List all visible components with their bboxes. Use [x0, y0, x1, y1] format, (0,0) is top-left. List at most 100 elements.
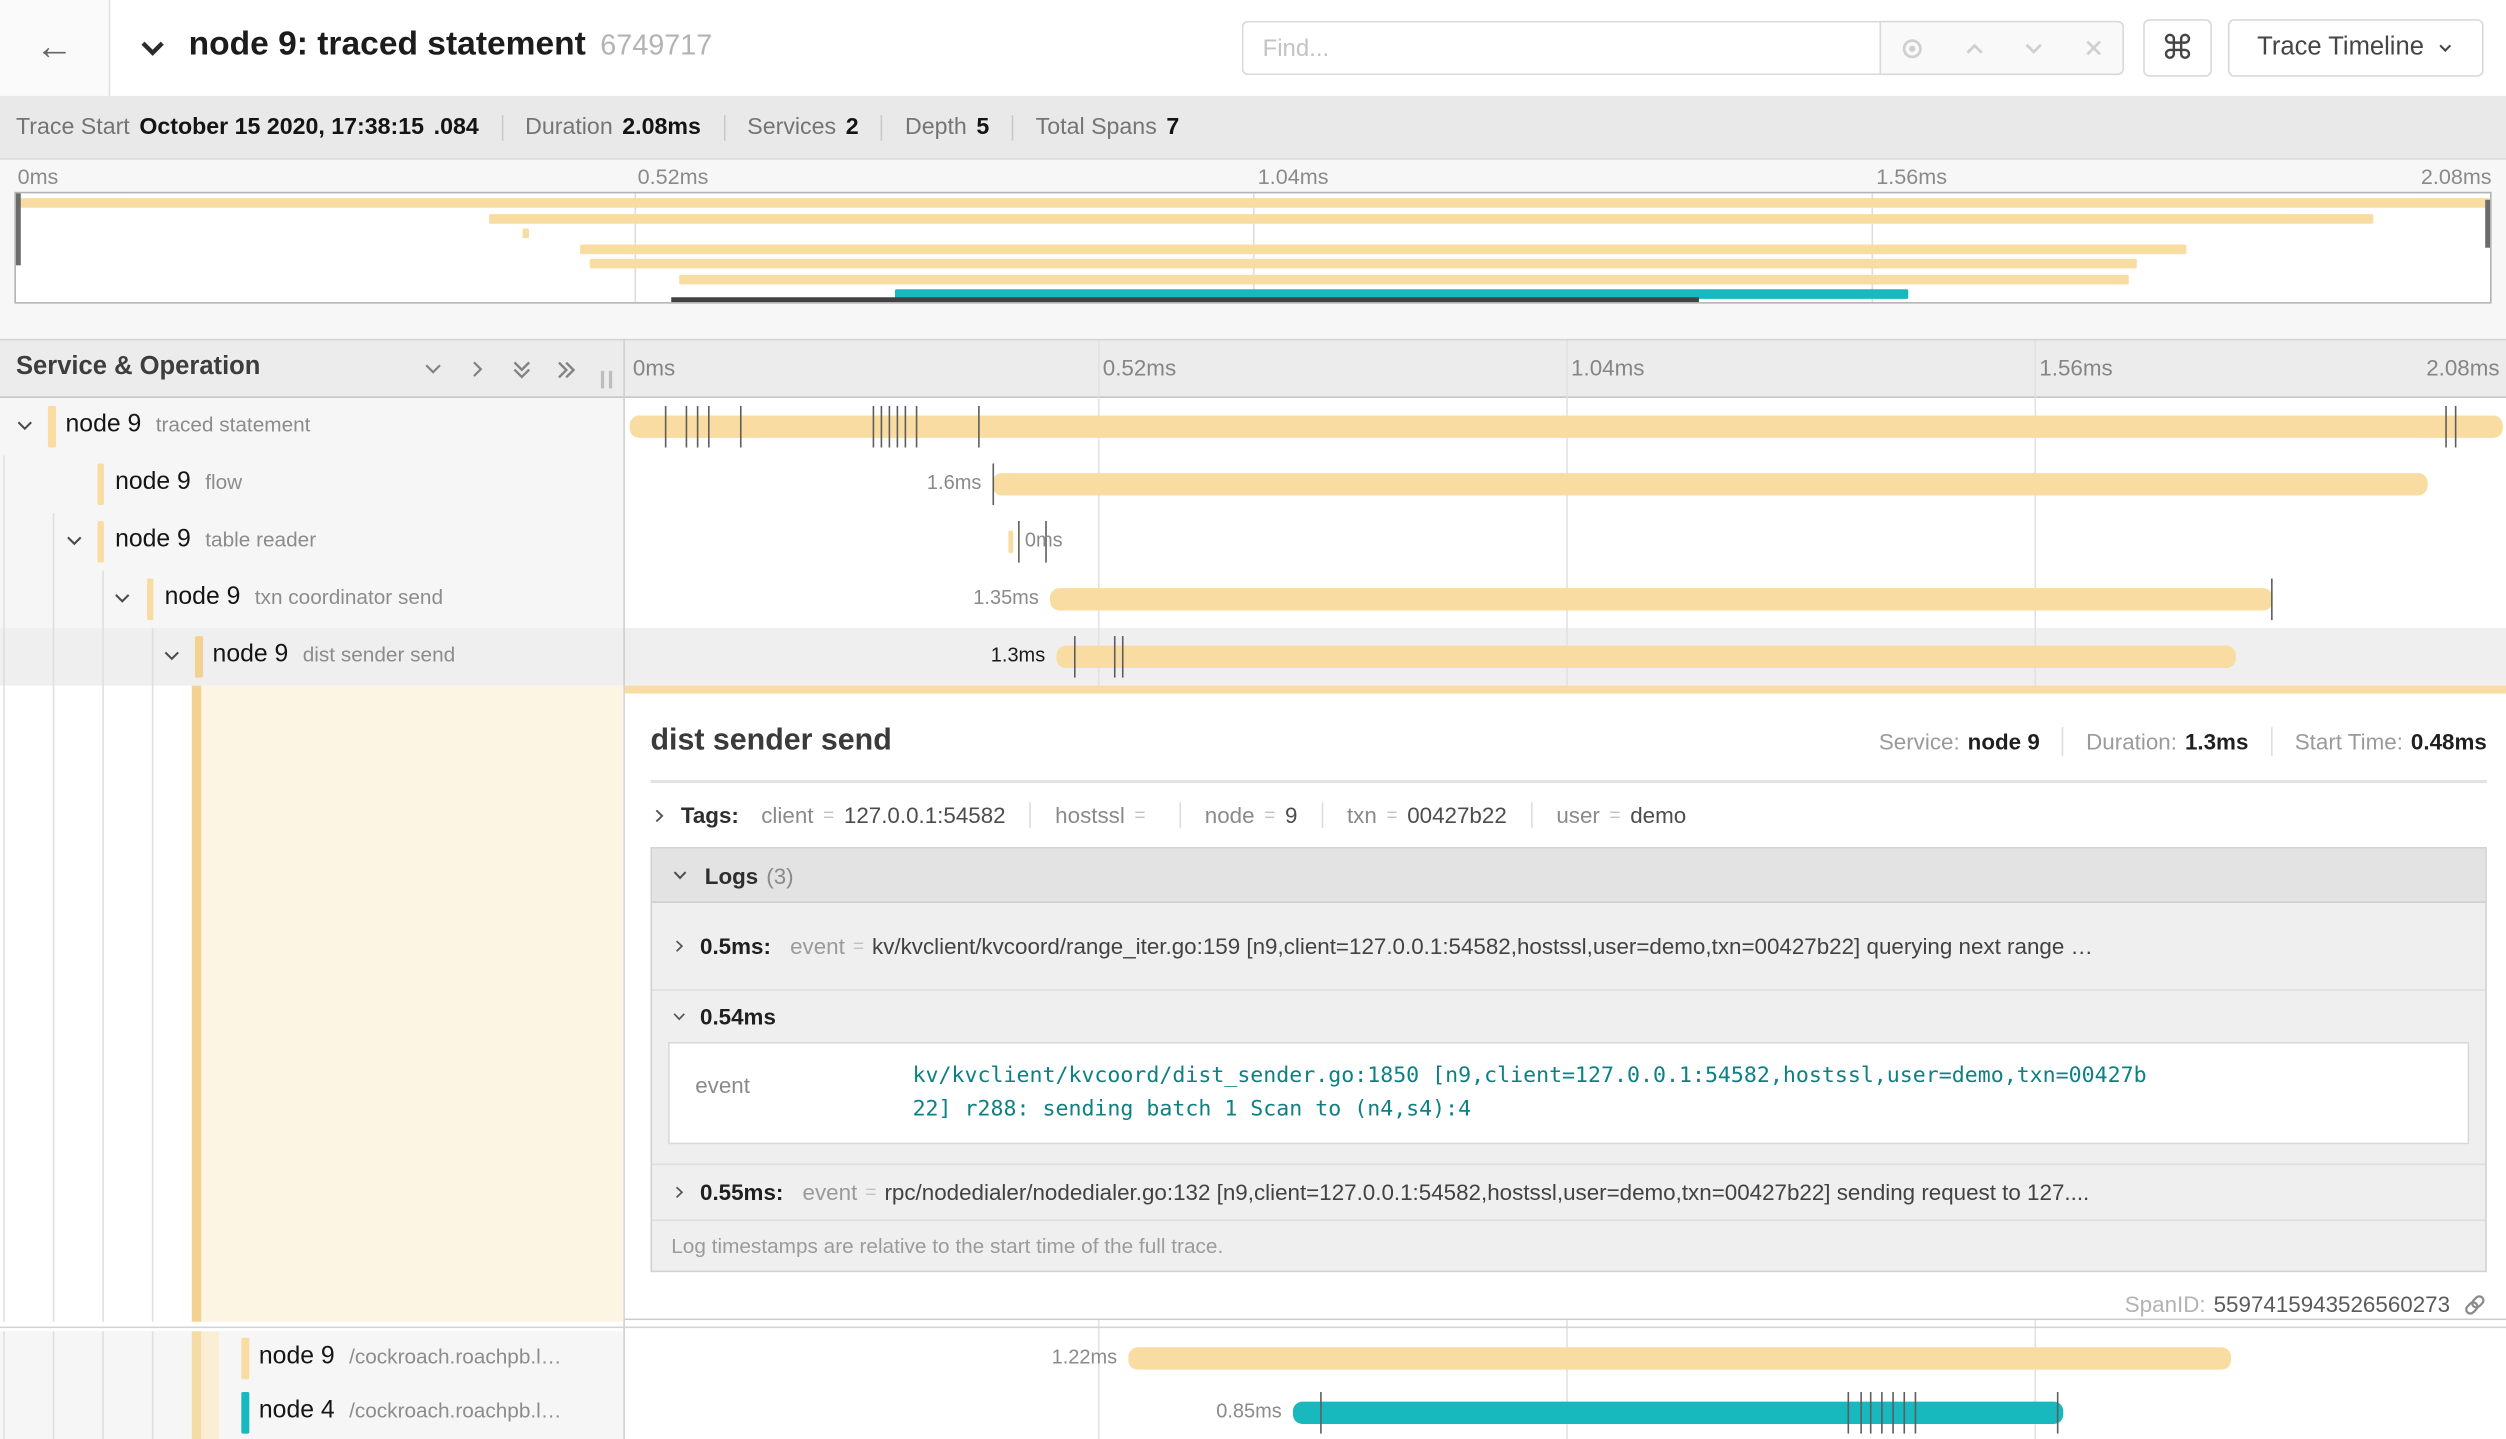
- minimap-span-dist-sender-send: [590, 259, 2136, 269]
- span-row-table-reader[interactable]: node 9table reader 0ms: [0, 513, 2506, 571]
- service-color-bar: [195, 636, 202, 678]
- span-bar[interactable]: [1050, 588, 2273, 610]
- trace-depth: Depth5: [905, 114, 989, 140]
- minimap-scrubber[interactable]: [672, 297, 1699, 302]
- indent-guide: [53, 513, 55, 686]
- tag-client: client=127.0.0.1:54582: [761, 802, 1031, 828]
- span-row-txn-coordinator-send[interactable]: node 9txn coordinator send 1.35ms: [0, 571, 2506, 629]
- span-bar[interactable]: [630, 416, 2503, 438]
- row-collapse-chevron-icon[interactable]: [161, 646, 182, 667]
- ruler-tick-156: 1.56ms: [2039, 355, 2112, 381]
- span-label: node 9txn coordinator send: [165, 583, 443, 612]
- collapse-title-chevron-icon[interactable]: [137, 34, 167, 64]
- minimap-tick-104: 1.04ms: [1258, 165, 1329, 189]
- column-resize-grip[interactable]: [601, 371, 612, 389]
- span-bar-cell[interactable]: 1.3ms: [630, 628, 2503, 686]
- span-label: node 9table reader: [115, 526, 316, 555]
- divider: [501, 114, 503, 140]
- span-bar-cell[interactable]: [630, 398, 2503, 456]
- chevron-right-icon: [671, 938, 687, 954]
- span-duration-label: 0ms: [1025, 529, 1063, 551]
- deep-link-icon[interactable]: [2463, 1292, 2487, 1316]
- service-color-bar: [241, 1391, 248, 1433]
- service-color-bar: [97, 521, 104, 563]
- span-bar[interactable]: [993, 473, 2428, 495]
- find-input[interactable]: [1242, 21, 1880, 75]
- ruler-tick-052: 0.52ms: [1103, 355, 1176, 381]
- ruler-tick-104: 1.04ms: [1571, 355, 1644, 381]
- indent-guide: [53, 686, 55, 1322]
- find-next-icon[interactable]: [2022, 36, 2046, 60]
- span-bar-cell[interactable]: 0.85ms: [630, 1385, 2503, 1439]
- span-bar-cell[interactable]: 1.6ms: [630, 455, 2503, 513]
- log-entry-2-header[interactable]: 0.54ms: [652, 991, 2485, 1042]
- span-id-label: SpanID:: [2125, 1291, 2206, 1317]
- span-bar-cell[interactable]: 1.22ms: [630, 1331, 2503, 1385]
- row-collapse-chevron-icon[interactable]: [14, 416, 35, 437]
- trace-total-spans: Total Spans7: [1036, 114, 1180, 140]
- detail-left-gutter: [0, 686, 623, 1322]
- logs-section: Logs (3) 0.5ms: event=kv/kvclient/kvcoor…: [650, 847, 2486, 1272]
- detail-service: Service:node 9: [1879, 729, 2040, 755]
- tag-user: user=demo: [1532, 802, 1710, 828]
- log-entry-1[interactable]: 0.5ms: event=kv/kvclient/kvcoord/range_i…: [652, 903, 2485, 991]
- span-duration-label: 0.85ms: [1216, 1399, 1282, 1421]
- find-clear-icon[interactable]: [2082, 37, 2104, 59]
- ruler-tick-0: 0ms: [633, 355, 675, 381]
- indent-guide: [3, 686, 5, 1322]
- span-row-flow[interactable]: node 9flow 1.6ms: [0, 455, 2506, 513]
- trace-id: 6749717: [600, 29, 712, 61]
- collapse-all-icon[interactable]: [510, 358, 534, 382]
- trace-view-dropdown[interactable]: Trace Timeline: [2228, 19, 2484, 77]
- minimap-viewing-canvas[interactable]: [14, 192, 2491, 304]
- logs-header[interactable]: Logs (3): [652, 849, 2485, 903]
- trace-duration: Duration2.08ms: [525, 114, 701, 140]
- indent-guide: [152, 686, 154, 1322]
- selected-span-accent-background: [201, 686, 623, 1322]
- trace-summary-bar: Trace StartOctober 15 2020, 17:38:15.084…: [0, 96, 2506, 160]
- locate-icon[interactable]: [1899, 34, 1926, 61]
- span-label: node 9/cockroach.roachpb.l…: [259, 1342, 562, 1371]
- log-timestamp: 0.5ms:: [700, 933, 771, 959]
- indent-guide: [102, 686, 104, 1322]
- span-bar[interactable]: [1293, 1401, 2063, 1423]
- span-row-roachpb-node4[interactable]: node 4/cockroach.roachpb.l… 0.85ms: [0, 1385, 2506, 1439]
- back-button[interactable]: ←: [0, 0, 110, 96]
- span-label: node 9dist sender send: [213, 641, 456, 670]
- service-color-bar: [146, 579, 153, 621]
- span-bar[interactable]: [1008, 531, 1013, 553]
- indent-guide: [53, 1331, 55, 1439]
- find-prev-icon[interactable]: [1962, 36, 1986, 60]
- detail-start-time: Start Time:0.48ms: [2295, 729, 2487, 755]
- row-collapse-chevron-icon[interactable]: [64, 531, 85, 552]
- span-row-roachpb-node9[interactable]: node 9/cockroach.roachpb.l… 1.22ms: [0, 1331, 2506, 1385]
- minimap-left-drag-handle[interactable]: [16, 193, 21, 265]
- keyboard-shortcuts-button[interactable]: ⌘: [2143, 19, 2212, 77]
- bottom-span-rows: node 9/cockroach.roachpb.l… 1.22ms node …: [0, 1331, 2506, 1439]
- indent-guide: [3, 1331, 5, 1439]
- span-bar-cell[interactable]: 0ms: [630, 513, 2503, 571]
- span-bar-cell[interactable]: 1.35ms: [630, 571, 2503, 629]
- span-bar[interactable]: [1056, 646, 2235, 668]
- detail-title: dist sender send: [650, 724, 891, 759]
- logs-count: (3): [766, 862, 793, 888]
- log-entry-3[interactable]: 0.55ms: event=rpc/nodedialer/nodedialer.…: [652, 1163, 2485, 1219]
- collapse-one-icon[interactable]: [422, 358, 444, 380]
- expand-all-icon[interactable]: [555, 358, 579, 382]
- row-collapse-chevron-icon[interactable]: [112, 588, 133, 609]
- minimap-right-drag-handle[interactable]: [2485, 200, 2490, 248]
- chevron-down-icon: [671, 866, 689, 884]
- minimap-span-txn-coordinator-send: [580, 244, 2186, 254]
- span-bar[interactable]: [1128, 1347, 2231, 1369]
- span-duration-label: 1.6ms: [927, 471, 981, 493]
- minimap-span-roachpb-node9: [679, 274, 2129, 284]
- expand-one-icon[interactable]: [467, 358, 489, 380]
- span-row-traced-statement[interactable]: node 9traced statement: [0, 398, 2506, 456]
- span-duration-label: 1.22ms: [1052, 1346, 1118, 1368]
- span-duration-label: 1.3ms: [991, 644, 1045, 666]
- span-row-dist-sender-send[interactable]: node 9dist sender send 1.3ms: [0, 628, 2506, 686]
- tags-toggle-row[interactable]: Tags: client=127.0.0.1:54582 hostssl= no…: [650, 786, 2486, 844]
- row-separator: [0, 1327, 2506, 1329]
- span-id-row: SpanID: 5597415943526560273: [650, 1280, 2486, 1328]
- indent-guide: [102, 571, 104, 686]
